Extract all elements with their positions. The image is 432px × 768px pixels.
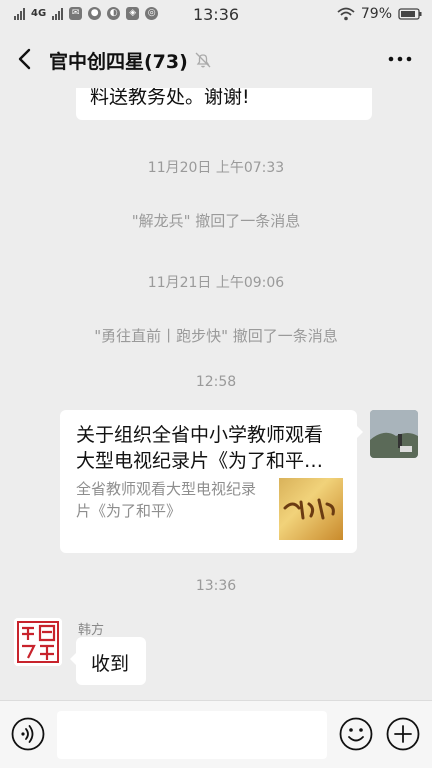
message-text: 料送教务处。谢谢! [90,88,250,108]
sender-name: 韩方 [78,623,105,638]
link-card-title-line: 关于组织全省中小学教师观看 [76,424,324,446]
status-right: 79% [337,6,422,22]
timestamp: 12:58 [195,374,237,390]
recall-notice: "勇往直前丨跑步快" 撤回了一条消息 [94,327,338,345]
timestamp: 13:36 [195,578,237,594]
avatar[interactable] [370,410,418,458]
voice-icon[interactable] [11,717,45,751]
link-card-description: 全省教师观看大型电视纪录片《为了和平》 [76,480,257,520]
chat-header: 官中创四星(73) [0,30,432,88]
plus-icon[interactable] [386,717,420,751]
avatar[interactable] [14,618,62,666]
input-bar [0,700,432,768]
battery-icon [398,8,422,20]
link-card-title-line: 大型电视纪录片《为了和平… [76,450,324,472]
battery-percent: 79% [360,6,392,22]
status-bar: 4G ✉ ● ◐ ◈ ◎ 13:36 79% [0,0,432,30]
timestamp: 11月20日 上午07:33 [147,160,285,176]
link-card-title: 关于组织全省中小学教师观看 大型电视纪录片《为了和平… [76,422,343,474]
link-card-message[interactable]: 关于组织全省中小学教师观看 大型电视纪录片《为了和平… 全省教师观看大型电视纪录… [60,410,363,553]
message-bubble[interactable]: 收到 [70,637,146,685]
more-dots-icon[interactable] [388,54,412,64]
bell-muted-icon [195,52,211,68]
message-list[interactable]: 料送教务处。谢谢! 11月20日 上午07:33 "解龙兵" 撤回了一条消息 1… [0,88,432,700]
message-bubble-partial[interactable]: 料送教务处。谢谢! [76,88,372,120]
timestamp: 11月21日 上午09:06 [147,275,285,291]
message-input[interactable] [57,711,327,759]
chat-title[interactable]: 官中创四星(73) [49,47,188,74]
emoji-icon[interactable] [339,717,373,751]
back-arrow-icon[interactable] [12,44,38,74]
message-text: 收到 [91,653,130,675]
link-card-thumbnail [279,478,343,540]
recall-notice: "解龙兵" 撤回了一条消息 [131,212,301,230]
wifi-icon [337,7,355,21]
